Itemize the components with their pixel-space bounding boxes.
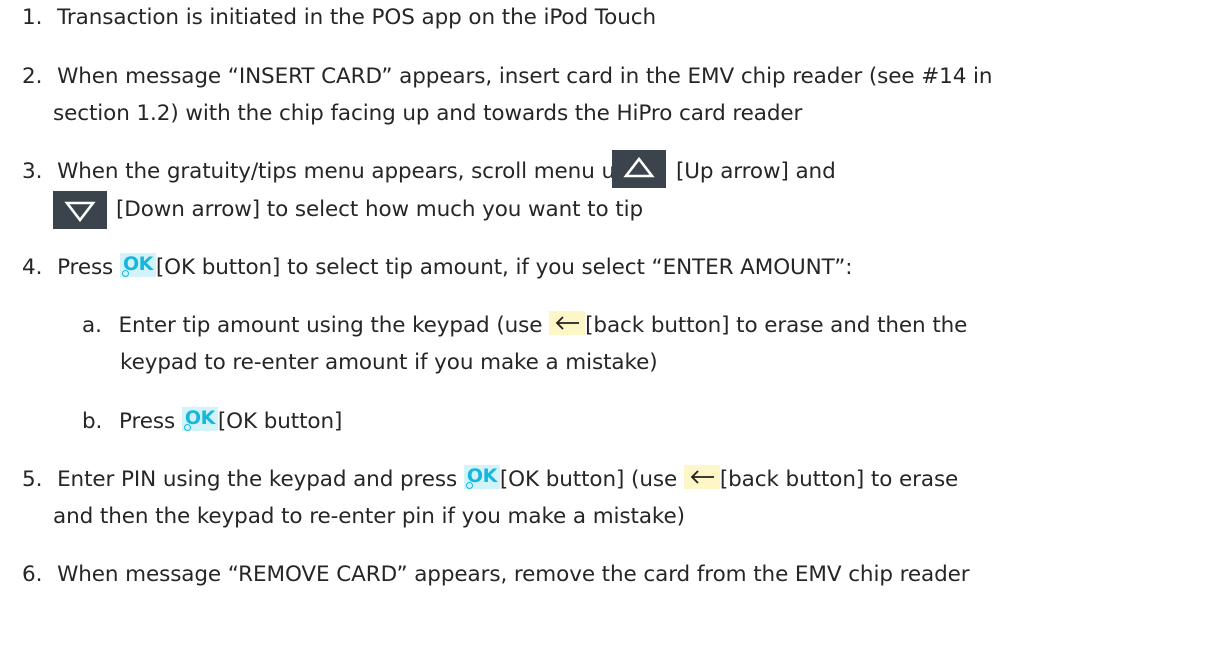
step-text: Transaction is initiated in the POS app … bbox=[57, 5, 656, 30]
step-2-continued: section 1.2) with the chip facing up and… bbox=[53, 103, 802, 125]
step-3-up-label: [Up arrow] and bbox=[676, 161, 836, 183]
substep-a: a. Enter tip amount using the keypad (us… bbox=[82, 311, 968, 338]
step-number: 4. bbox=[22, 255, 43, 280]
substep-b: b. Press OK [OK button] bbox=[82, 407, 343, 434]
step-text: When message “REMOVE CARD” appears, remo… bbox=[57, 562, 970, 587]
step-number: 1. bbox=[22, 5, 43, 30]
step-4: 4. Press OK [OK button] to select tip amo… bbox=[22, 253, 853, 280]
substep-text: [OK button] bbox=[217, 409, 343, 434]
step-text: [back button] to erase bbox=[719, 467, 959, 492]
step-text: and then the keypad to re-enter pin if y… bbox=[53, 504, 685, 529]
ok-button-icon: OK bbox=[181, 407, 218, 431]
substep-text: Enter tip amount using the keypad (use bbox=[118, 313, 543, 338]
up-arrow-icon bbox=[612, 150, 666, 188]
step-text: When the gratuity/tips menu appears, scr… bbox=[57, 159, 660, 184]
step-number: 3. bbox=[22, 159, 43, 184]
back-arrow-icon bbox=[549, 311, 586, 335]
step-text: Press bbox=[57, 255, 114, 280]
step-1: 1. Transaction is initiated in the POS a… bbox=[22, 7, 656, 29]
substep-text: keypad to re-enter amount if you make a … bbox=[120, 350, 658, 375]
step-6: 6. When message “REMOVE CARD” appears, r… bbox=[22, 564, 970, 586]
substep-letter: a. bbox=[82, 313, 102, 338]
step-number: 2. bbox=[22, 64, 43, 89]
step-3: 3. When the gratuity/tips menu appears, … bbox=[22, 161, 659, 183]
step-text: Enter PIN using the keypad and press bbox=[57, 467, 458, 492]
back-arrow-icon bbox=[683, 465, 720, 489]
step-number: 6. bbox=[22, 562, 43, 587]
step-text: [Down arrow] to select how much you want… bbox=[116, 197, 644, 222]
substep-letter: b. bbox=[82, 409, 103, 434]
substep-text: [back button] to erase and then the bbox=[585, 313, 968, 338]
ok-button-icon: OK bbox=[119, 253, 156, 277]
step-number: 5. bbox=[22, 467, 43, 492]
step-text: When message “INSERT CARD” appears, inse… bbox=[57, 64, 993, 89]
ok-dot bbox=[121, 270, 129, 277]
step-text: section 1.2) with the chip facing up and… bbox=[53, 101, 803, 126]
step-text: [OK button] (use bbox=[499, 467, 678, 492]
ok-dot bbox=[465, 482, 473, 489]
step-3-continued: [Down arrow] to select how much you want… bbox=[116, 199, 643, 221]
down-arrow-icon bbox=[53, 191, 107, 229]
step-5: 5. Enter PIN using the keypad and press … bbox=[22, 465, 959, 492]
step-5-continued: and then the keypad to re-enter pin if y… bbox=[53, 506, 685, 528]
step-text: [OK button] to select tip amount, if you… bbox=[155, 255, 853, 280]
substep-a-continued: keypad to re-enter amount if you make a … bbox=[120, 352, 658, 374]
step-2: 2. When message “INSERT CARD” appears, i… bbox=[22, 64, 993, 89]
substep-text: Press bbox=[119, 409, 176, 434]
ok-dot bbox=[183, 424, 191, 431]
ok-button-icon: OK bbox=[463, 465, 500, 489]
step-text: [Up arrow] and bbox=[676, 159, 836, 184]
